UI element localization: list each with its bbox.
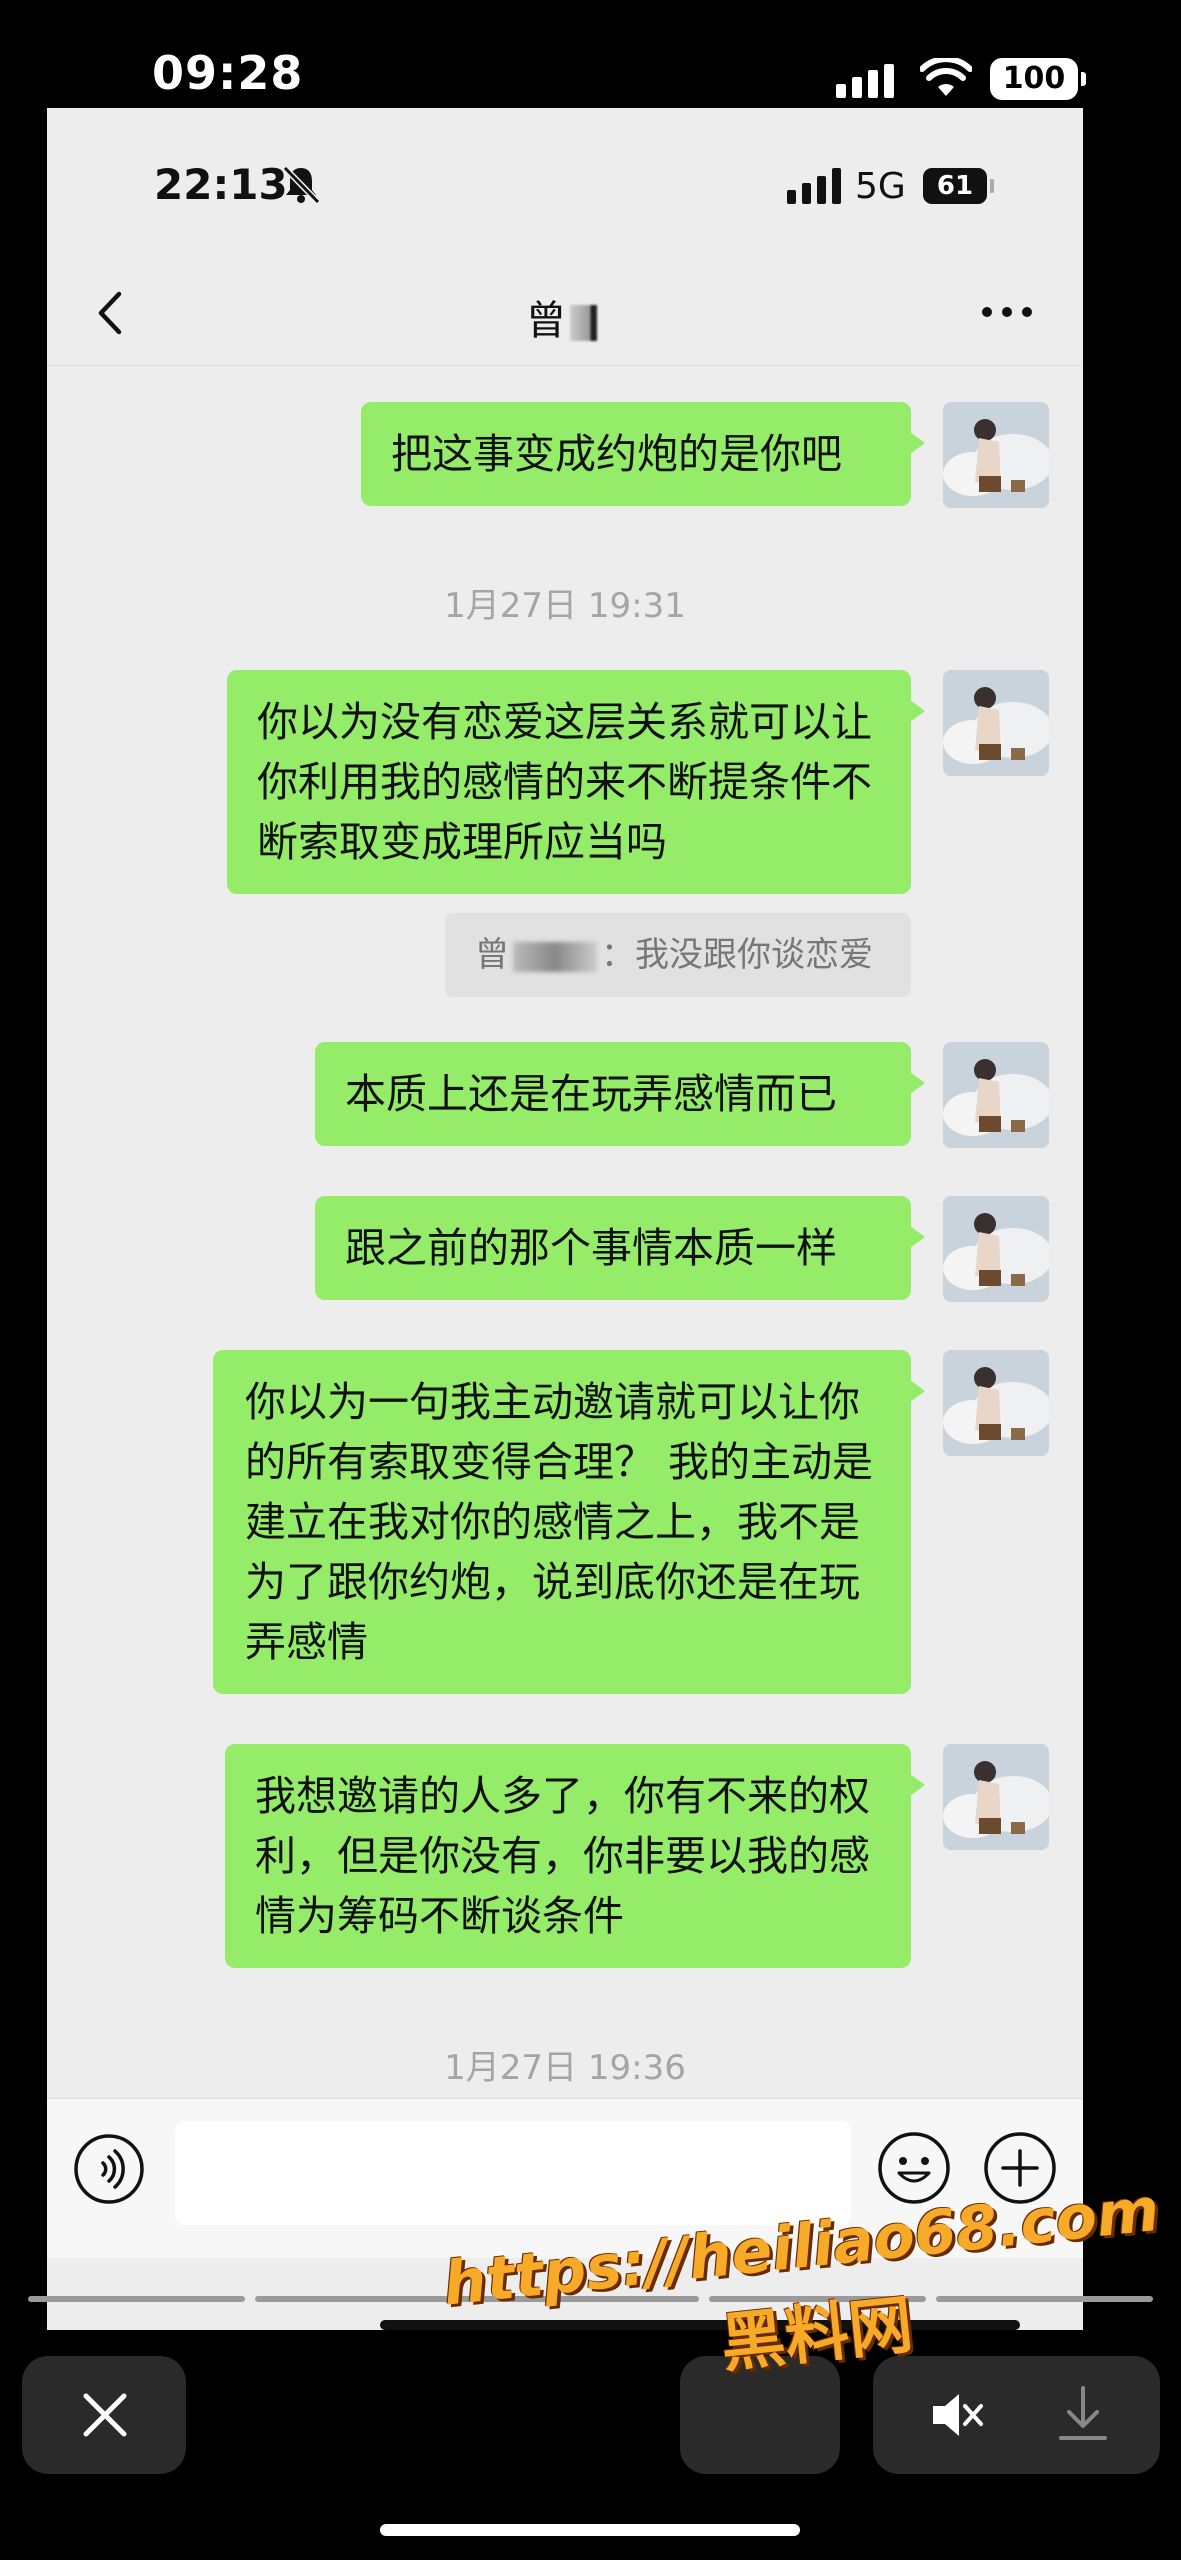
inner-clock: 22:13 bbox=[154, 160, 288, 209]
avatar[interactable] bbox=[943, 1350, 1049, 1456]
mute-icon[interactable] bbox=[925, 2384, 987, 2446]
message-input[interactable] bbox=[175, 2121, 851, 2225]
media-controls bbox=[873, 2356, 1160, 2474]
redacted-name bbox=[570, 305, 604, 341]
outer-status-bar: 09:28 100 bbox=[0, 0, 1181, 108]
timestamp: 1月27日 19:31 bbox=[444, 586, 686, 626]
chat-bubble[interactable]: 本质上还是在玩弄感情而已 bbox=[315, 1042, 925, 1146]
message-text: 你以为没有恋爱这层关系就可以让你利用我的感情的来不断提条件不断索取变成理所应当吗 bbox=[257, 698, 872, 866]
contact-name: 曾 bbox=[526, 298, 566, 344]
chat-bubble[interactable]: 你以为没有恋爱这层关系就可以让你利用我的感情的来不断提条件不断索取变成理所应当吗 bbox=[227, 670, 925, 894]
inner-battery-icon: 61 bbox=[923, 168, 994, 204]
avatar-image bbox=[943, 1196, 1049, 1302]
wifi-icon bbox=[920, 58, 972, 96]
chat-title: 曾 bbox=[47, 288, 1083, 346]
message-text: 我想邀请的人多了，你有不来的权利，但是你没有，你非要以我的感情为筹码不断谈条件 bbox=[255, 1772, 870, 1940]
message-text: 跟之前的那个事情本质一样 bbox=[345, 1224, 837, 1272]
chat-bubble[interactable]: 你以为一句我主动邀请就可以让你的所有索取变得合理？ 我的主动是建立在我对你的感情… bbox=[213, 1350, 925, 1694]
message-text: 你以为一句我主动邀请就可以让你的所有索取变得合理？ 我的主动是建立在我对你的感情… bbox=[245, 1378, 874, 1666]
bell-muted-icon bbox=[282, 165, 321, 205]
voice-input-icon[interactable] bbox=[73, 2133, 145, 2205]
progress-segment bbox=[255, 2296, 472, 2302]
quoted-reply[interactable]: 曾 ：我没跟你谈恋爱 bbox=[445, 913, 911, 997]
inner-signal-icon bbox=[787, 168, 841, 204]
chat-bubble[interactable]: 我想邀请的人多了，你有不来的权利，但是你没有，你非要以我的感情为筹码不断谈条件 bbox=[225, 1744, 925, 1968]
close-icon bbox=[83, 2393, 127, 2437]
network-type: 5G bbox=[855, 166, 906, 207]
download-icon[interactable] bbox=[1053, 2382, 1113, 2444]
avatar[interactable] bbox=[943, 670, 1049, 776]
timestamp: 1月27日 19:36 bbox=[444, 2048, 686, 2088]
more-options-icon[interactable] bbox=[979, 300, 1035, 324]
inner-status-bar: 22:13 5G 61 bbox=[47, 108, 1083, 258]
chat-header: 曾 bbox=[47, 258, 1083, 366]
avatar[interactable] bbox=[943, 1042, 1049, 1148]
avatar[interactable] bbox=[943, 402, 1049, 508]
quote-text: 我没跟你谈恋爱 bbox=[635, 935, 873, 975]
avatar-image bbox=[943, 1042, 1049, 1148]
chat-bubble[interactable]: 跟之前的那个事情本质一样 bbox=[315, 1196, 925, 1300]
quote-sender: 曾 bbox=[475, 935, 509, 975]
outer-clock: 09:28 bbox=[152, 46, 304, 100]
progress-segment bbox=[28, 2296, 245, 2302]
emoji-icon[interactable] bbox=[877, 2131, 951, 2205]
cellular-signal-icon bbox=[836, 64, 894, 98]
avatar[interactable] bbox=[943, 1196, 1049, 1302]
avatar-image bbox=[943, 1744, 1049, 1850]
avatar-image bbox=[943, 1350, 1049, 1456]
battery-icon: 100 bbox=[990, 58, 1086, 100]
avatar[interactable] bbox=[943, 1744, 1049, 1850]
chat-screenshot: 22:13 5G 61 曾 把这事变成约炮的是你吧 1月27日 19:31 你以… bbox=[47, 108, 1083, 2330]
message-text: 本质上还是在玩弄感情而已 bbox=[345, 1070, 837, 1118]
chat-bubble[interactable]: 把这事变成约炮的是你吧 bbox=[361, 402, 925, 506]
message-text: 把这事变成约炮的是你吧 bbox=[391, 430, 842, 478]
home-indicator[interactable] bbox=[380, 2524, 800, 2536]
avatar-image bbox=[943, 670, 1049, 776]
redacted-name bbox=[513, 941, 597, 972]
quote-separator: ： bbox=[601, 935, 635, 975]
close-button[interactable] bbox=[22, 2356, 186, 2474]
avatar-image bbox=[943, 402, 1049, 508]
